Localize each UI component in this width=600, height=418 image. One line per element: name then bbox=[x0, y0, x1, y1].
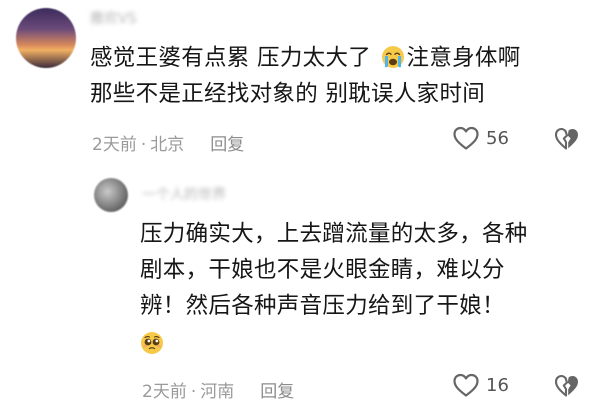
comment-line: 感觉王婆有点累 压力太大了 注意身体啊 bbox=[90, 45, 521, 71]
like-button[interactable]: 56 bbox=[452, 125, 509, 151]
dislike-button[interactable] bbox=[554, 373, 580, 403]
comment-line: 压力确实大，上去蹭流量的太多，各种 bbox=[140, 221, 528, 247]
comment-time: 2天前 bbox=[142, 382, 187, 402]
like-count: 16 bbox=[486, 374, 509, 396]
comment-meta: 2天前 · 北京 回复 bbox=[92, 130, 244, 155]
comment-meta: 2天前 · 河南 回复 bbox=[142, 377, 294, 402]
comment-location: 河南 bbox=[200, 382, 235, 402]
username[interactable]: 撒欢VS bbox=[90, 8, 136, 28]
comment-text: 压力确实大，上去蹭流量的太多，各种 剧本，干娘也不是火眼金睛，难以分 辨！然后各… bbox=[140, 216, 528, 366]
emoji-line bbox=[140, 324, 528, 366]
broken-heart-icon[interactable] bbox=[554, 373, 580, 399]
avatar[interactable] bbox=[16, 8, 76, 68]
meta-separator: · bbox=[140, 135, 147, 155]
comment-time: 2天前 bbox=[92, 135, 137, 155]
reply-comment-item: 一个人的世界 压力确实大，上去蹭流量的太多，各种 剧本，干娘也不是火眼金睛，难以… bbox=[0, 168, 600, 418]
heart-icon[interactable] bbox=[452, 125, 480, 151]
dislike-button[interactable] bbox=[554, 126, 580, 156]
crying-face-icon bbox=[381, 46, 404, 68]
comment-location: 北京 bbox=[150, 135, 185, 155]
comment-line: 剧本，干娘也不是火眼金睛，难以分 bbox=[140, 257, 505, 283]
comment-line: 辨！然后各种声音压力给到了干娘！ bbox=[140, 293, 505, 319]
reply-button[interactable]: 回复 bbox=[260, 382, 294, 402]
pleading-face-icon bbox=[141, 332, 163, 354]
comment-line: 那些不是正经找对象的 别耽误人家时间 bbox=[90, 81, 486, 107]
meta-separator: · bbox=[190, 382, 197, 402]
like-count: 56 bbox=[486, 127, 509, 149]
heart-icon[interactable] bbox=[452, 372, 480, 398]
username[interactable]: 一个人的世界 bbox=[142, 184, 226, 204]
like-button[interactable]: 16 bbox=[452, 372, 509, 398]
broken-heart-icon[interactable] bbox=[554, 126, 580, 152]
avatar[interactable] bbox=[94, 178, 128, 212]
reply-button[interactable]: 回复 bbox=[210, 135, 244, 155]
comment-text: 感觉王婆有点累 压力太大了 注意身体啊 那些不是正经找对象的 别耽误人家时间 bbox=[90, 40, 521, 112]
